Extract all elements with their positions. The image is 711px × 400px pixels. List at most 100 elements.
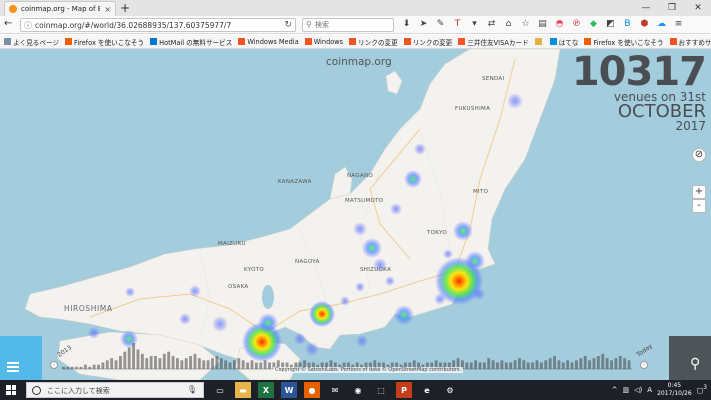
home-icon[interactable]: ⌂ (502, 18, 515, 31)
zoom-in-button[interactable]: + (692, 185, 706, 199)
tab-close-icon[interactable]: × (104, 5, 111, 14)
taskbar-search-box[interactable]: ここに入力して検索 🎙 (26, 382, 204, 398)
site-info-icon[interactable]: ⓘ (24, 20, 32, 31)
window-controls: — ❐ ✕ (633, 0, 711, 16)
address-bar[interactable]: ⓘ coinmap.org/#/world/36.02688935/137.60… (20, 18, 296, 32)
histogram-bar (145, 358, 149, 369)
search-bar[interactable]: ⚲ (302, 18, 394, 32)
restore-button[interactable]: ❐ (659, 0, 685, 16)
histogram-bar (539, 362, 543, 369)
mail-icon[interactable]: ✉ (327, 382, 343, 398)
bookmark-item[interactable]: Firefox を使いこなそう (584, 37, 664, 47)
network-icon[interactable]: ▥ (623, 386, 630, 394)
addon-icon[interactable]: ◩ (604, 18, 617, 31)
bookmark-item[interactable]: はてな (549, 37, 579, 47)
adblock-icon[interactable]: ⬢ (638, 18, 651, 31)
bookmark-item[interactable]: HotMail の無料サービス (150, 37, 232, 47)
send-icon[interactable]: ➤ (417, 18, 430, 31)
histogram-bar (623, 358, 627, 369)
timeline-forward-arrow[interactable]: › (640, 361, 648, 369)
powerpoint-icon[interactable]: P (396, 382, 412, 398)
bookmark-item[interactable] (534, 38, 544, 45)
timeline-back-arrow[interactable]: ‹ (50, 361, 58, 369)
map-search-button[interactable]: ⚲ (669, 336, 711, 380)
venue-count: 10317 (571, 49, 707, 95)
histogram-bar (66, 366, 70, 369)
histogram-bar (465, 362, 469, 369)
zoom-out-button[interactable]: - (692, 199, 706, 213)
bookmark-favicon-icon (349, 38, 357, 45)
bookmark-label: HotMail の無料サービス (159, 38, 233, 47)
microphone-icon[interactable]: 🎙 (187, 385, 197, 394)
tab-coinmap[interactable]: coinmap.org - Map of Bitco × (4, 1, 116, 16)
bookmark-item[interactable]: おすすめサイト (669, 37, 711, 47)
search-input[interactable] (315, 20, 391, 30)
pinterest-icon[interactable]: ℗ (570, 18, 583, 31)
windows-start-icon[interactable] (6, 385, 16, 395)
bookmark-item[interactable]: 三井住友VISAカード (458, 37, 529, 47)
download-icon[interactable]: ⬇ (400, 18, 413, 31)
word-icon[interactable]: W (281, 382, 297, 398)
dropdown-icon[interactable]: ▾ (468, 18, 481, 31)
new-tab-button[interactable]: + (120, 1, 130, 15)
menu-icon[interactable]: ≡ (672, 18, 685, 31)
minimize-button[interactable]: — (633, 0, 659, 16)
histogram-bar (101, 362, 105, 369)
histogram-bar (487, 358, 491, 369)
store-icon[interactable]: ⬚ (373, 382, 389, 398)
text-icon[interactable]: T (451, 18, 464, 31)
histogram-bar (62, 366, 65, 369)
bookmark-label: はてな (558, 38, 579, 47)
ime-icon[interactable]: A (647, 386, 652, 394)
locate-me-button[interactable]: ⊘ (692, 148, 706, 162)
histogram-bar (561, 362, 565, 369)
histogram-bar (557, 360, 561, 369)
translate-icon[interactable]: ⇄ (485, 18, 498, 31)
bookmark-label: Windows Media (247, 37, 299, 46)
star-icon[interactable]: ☆ (519, 18, 532, 31)
notifications-icon[interactable]: ▢3 (697, 385, 707, 394)
map-view[interactable]: SENDAI FUKUSHIMA NAGANO MATSUMOTO TOKYO … (0, 49, 711, 380)
sync-icon[interactable]: ☁ (655, 18, 668, 31)
bookmark-item[interactable]: よく見るページ (4, 37, 59, 47)
tab-strip: coinmap.org - Map of Bitco × + — ❐ ✕ (0, 0, 711, 16)
histogram-bar (228, 362, 232, 369)
menu-button[interactable] (0, 336, 42, 380)
histogram-bar (123, 351, 127, 369)
bookmark-item[interactable]: Windows (304, 38, 343, 46)
toolbar-icons: ⬇ ➤ ✎ T ▾ ⇄ ⌂ ☆ ▤ ◓ ℗ ◆ ◩ B ⬢ ☁ ≡ (400, 18, 685, 31)
pen-icon[interactable]: ✎ (434, 18, 447, 31)
histogram-bar (92, 364, 96, 369)
volume-icon[interactable]: ◁) (634, 386, 642, 394)
tab-title: coinmap.org - Map of Bitco (21, 5, 101, 13)
task-view-icon[interactable]: ▭ (212, 382, 228, 398)
firefox-icon[interactable]: ● (304, 382, 320, 398)
pocket-icon[interactable]: ◓ (553, 18, 566, 31)
hatena-icon[interactable]: B (621, 18, 634, 31)
clipboard-icon[interactable]: ▤ (536, 18, 549, 31)
label-mito: MITO (473, 189, 489, 195)
histogram-bar (474, 360, 478, 369)
url-text[interactable]: coinmap.org/#/world/36.02688935/137.6037… (35, 21, 231, 30)
bookmark-item[interactable]: Windows Media (238, 37, 299, 46)
file-explorer-icon[interactable]: ▬ (235, 382, 251, 398)
clock[interactable]: 0:45 2017/10/26 (657, 382, 692, 398)
chrome-icon[interactable]: ◉ (350, 382, 366, 398)
evernote-icon[interactable]: ◆ (587, 18, 600, 31)
coinmap-favicon-icon (9, 5, 17, 13)
bookmark-item[interactable]: Firefox を使いこなそう (65, 37, 144, 47)
network-app-icon[interactable]: ⚙ (442, 382, 458, 398)
taskbar-search-text[interactable]: ここに入力して検索 (47, 386, 110, 396)
histogram-bar (149, 356, 153, 369)
tray-up-arrow-icon[interactable]: ^ (612, 386, 618, 394)
bookmark-item[interactable]: リンクの変更 (403, 37, 452, 47)
bookmark-item[interactable]: リンクの変更 (349, 37, 398, 47)
back-button[interactable]: ← (4, 18, 12, 29)
close-window-button[interactable]: ✕ (685, 0, 711, 16)
label-kanazawa: KANAZAWA (278, 179, 312, 185)
reload-icon[interactable]: ↻ (284, 20, 292, 30)
bookmark-label: おすすめサイト (678, 38, 711, 47)
label-osaka: OSAKA (228, 284, 249, 290)
excel-icon[interactable]: X (258, 382, 274, 398)
edge-icon[interactable]: e (419, 382, 435, 398)
